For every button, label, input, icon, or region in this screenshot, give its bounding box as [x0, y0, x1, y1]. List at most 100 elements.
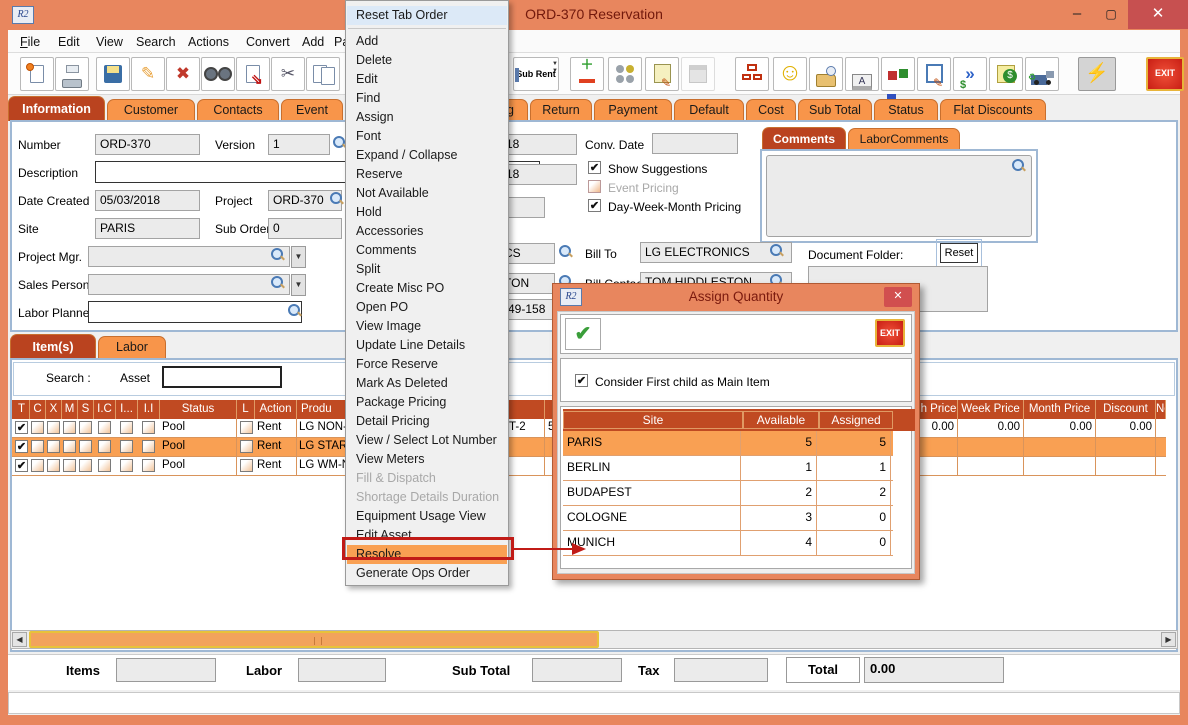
- dialog-row-munich[interactable]: MUNICH 4 0: [563, 531, 893, 556]
- comments-field[interactable]: [766, 155, 1032, 237]
- project-mgr-field[interactable]: [88, 246, 290, 267]
- menu-actions[interactable]: Actions: [184, 33, 233, 51]
- consider-first-child-checkbox[interactable]: ✔: [575, 374, 588, 387]
- menu-item-add[interactable]: Add: [347, 32, 507, 51]
- menu-search[interactable]: Search: [132, 33, 180, 51]
- menu-item-font[interactable]: Font: [347, 127, 507, 146]
- menu-item-not-available[interactable]: Not Available: [347, 184, 507, 203]
- sales-person-lookup-icon[interactable]: [271, 276, 285, 290]
- dialog-row-paris[interactable]: PARIS 5 5: [563, 431, 893, 456]
- labor-planner-lookup-icon[interactable]: [288, 304, 302, 318]
- assigned-cell[interactable]: 0: [817, 506, 891, 530]
- col-l[interactable]: L: [237, 400, 255, 419]
- price-list-button[interactable]: $: [989, 57, 1023, 91]
- col-idots[interactable]: I...: [116, 400, 138, 419]
- row2-idots-checkbox[interactable]: [120, 440, 133, 453]
- col-t[interactable]: T: [14, 400, 30, 419]
- tab-items[interactable]: Item(s): [10, 334, 96, 359]
- menu-item-view-meters[interactable]: View Meters: [347, 450, 507, 469]
- row1-ii-checkbox[interactable]: [142, 421, 155, 434]
- menu-item-reset-tab-order[interactable]: Reset Tab Order: [347, 6, 507, 25]
- menu-item-force-reserve[interactable]: Force Reserve: [347, 355, 507, 374]
- find-button[interactable]: [201, 57, 235, 91]
- quick-action-button[interactable]: ⚡: [1078, 57, 1116, 91]
- tab-event[interactable]: Event: [281, 99, 343, 121]
- row3-x-checkbox[interactable]: [47, 459, 60, 472]
- customer-button[interactable]: ☺: [773, 57, 807, 91]
- menu-item-update-line-details[interactable]: Update Line Details: [347, 336, 507, 355]
- col-discount[interactable]: Discount: [1096, 400, 1156, 419]
- row1-x-checkbox[interactable]: [47, 421, 60, 434]
- col-week-price[interactable]: Week Price: [958, 400, 1024, 419]
- menu-item-find[interactable]: Find: [347, 89, 507, 108]
- version-field[interactable]: 1: [268, 134, 330, 155]
- menu-item-equipment-usage-view[interactable]: Equipment Usage View: [347, 507, 507, 526]
- menu-item-open-po[interactable]: Open PO: [347, 298, 507, 317]
- row2-ii-checkbox[interactable]: [142, 440, 155, 453]
- menu-item-hold[interactable]: Hold: [347, 203, 507, 222]
- tab-cost[interactable]: Cost: [746, 99, 796, 121]
- new-button[interactable]: [20, 57, 54, 91]
- dwm-pricing-checkbox[interactable]: ✔: [588, 199, 601, 212]
- horizontal-scrollbar[interactable]: ◀ ▶: [10, 630, 1178, 649]
- menu-item-accessories[interactable]: Accessories: [347, 222, 507, 241]
- dialog-row-budapest[interactable]: BUDAPEST 2 2: [563, 481, 893, 506]
- dispatch-truck-button[interactable]: ♻: [1025, 57, 1059, 91]
- scroll-left-arrow[interactable]: ◀: [12, 632, 27, 647]
- row1-m-checkbox[interactable]: [63, 421, 76, 434]
- menu-item-edit[interactable]: Edit: [347, 70, 507, 89]
- assigned-cell[interactable]: 2: [817, 481, 891, 505]
- menu-file[interactable]: File: [16, 33, 44, 51]
- dialog-col-assigned[interactable]: Assigned: [819, 411, 893, 429]
- menu-item-view-select-lot-number[interactable]: View / Select Lot Number: [347, 431, 507, 450]
- sub-rent-button[interactable]: Sub Rent▼▼: [513, 57, 559, 91]
- menu-item-view-image[interactable]: View Image: [347, 317, 507, 336]
- assigned-cell[interactable]: 0: [817, 531, 891, 555]
- dialog-apply-button[interactable]: ✔: [565, 318, 601, 350]
- customer-lookup-icon[interactable]: [559, 245, 573, 259]
- print-button[interactable]: [55, 57, 89, 91]
- menu-item-comments[interactable]: Comments: [347, 241, 507, 260]
- delete-button[interactable]: ✖: [166, 57, 200, 91]
- paste-special-button[interactable]: ⇘: [236, 57, 270, 91]
- menu-item-reserve[interactable]: Reserve: [347, 165, 507, 184]
- col-x[interactable]: X: [46, 400, 62, 419]
- tab-information[interactable]: Information: [8, 96, 105, 121]
- row2-s-checkbox[interactable]: [79, 440, 92, 453]
- tab-labor[interactable]: Labor: [98, 336, 166, 359]
- asset-search-input[interactable]: [162, 366, 282, 388]
- row1-ic-checkbox[interactable]: [98, 421, 111, 434]
- row3-ic-checkbox[interactable]: [98, 459, 111, 472]
- billing-forward-button[interactable]: »$: [953, 57, 987, 91]
- row2-m-checkbox[interactable]: [63, 440, 76, 453]
- tab-default[interactable]: Default: [674, 99, 744, 121]
- scroll-right-arrow[interactable]: ▶: [1161, 632, 1176, 647]
- close-button[interactable]: ✕: [1128, 0, 1188, 29]
- menu-item-split[interactable]: Split: [347, 260, 507, 279]
- menu-item-generate-ops-order[interactable]: Generate Ops Order: [347, 564, 507, 583]
- col-c[interactable]: C: [30, 400, 46, 419]
- add-remove-button[interactable]: ＋: [570, 57, 604, 91]
- tab-customer[interactable]: Customer: [107, 99, 195, 121]
- folder-history-button[interactable]: [809, 57, 843, 91]
- menu-add[interactable]: Add: [298, 33, 328, 51]
- col-month-price[interactable]: Month Price: [1024, 400, 1096, 419]
- comments-lookup-icon[interactable]: [1012, 159, 1026, 173]
- toolbar-exit-button[interactable]: EXIT: [1146, 57, 1184, 91]
- tab-flat-discounts[interactable]: Flat Discounts: [940, 99, 1046, 121]
- row1-t-checkbox[interactable]: ✔: [15, 421, 28, 434]
- tab-sub-total[interactable]: Sub Total: [798, 99, 872, 121]
- edit-button[interactable]: ✎: [131, 57, 165, 91]
- dialog-close-button[interactable]: ✕: [884, 287, 912, 307]
- menu-item-delete[interactable]: Delete: [347, 51, 507, 70]
- scrollbar-thumb[interactable]: [29, 631, 599, 648]
- row2-x-checkbox[interactable]: [47, 440, 60, 453]
- menu-convert[interactable]: Convert: [242, 33, 294, 51]
- row2-t-checkbox[interactable]: ✔: [15, 440, 28, 453]
- menu-item-assign[interactable]: Assign: [347, 108, 507, 127]
- menu-item-detail-pricing[interactable]: Detail Pricing: [347, 412, 507, 431]
- col-action[interactable]: Action: [255, 400, 297, 419]
- menu-item-package-pricing[interactable]: Package Pricing: [347, 393, 507, 412]
- row1-c-checkbox[interactable]: [31, 421, 44, 434]
- dialog-row-cologne[interactable]: COLOGNE 3 0: [563, 506, 893, 531]
